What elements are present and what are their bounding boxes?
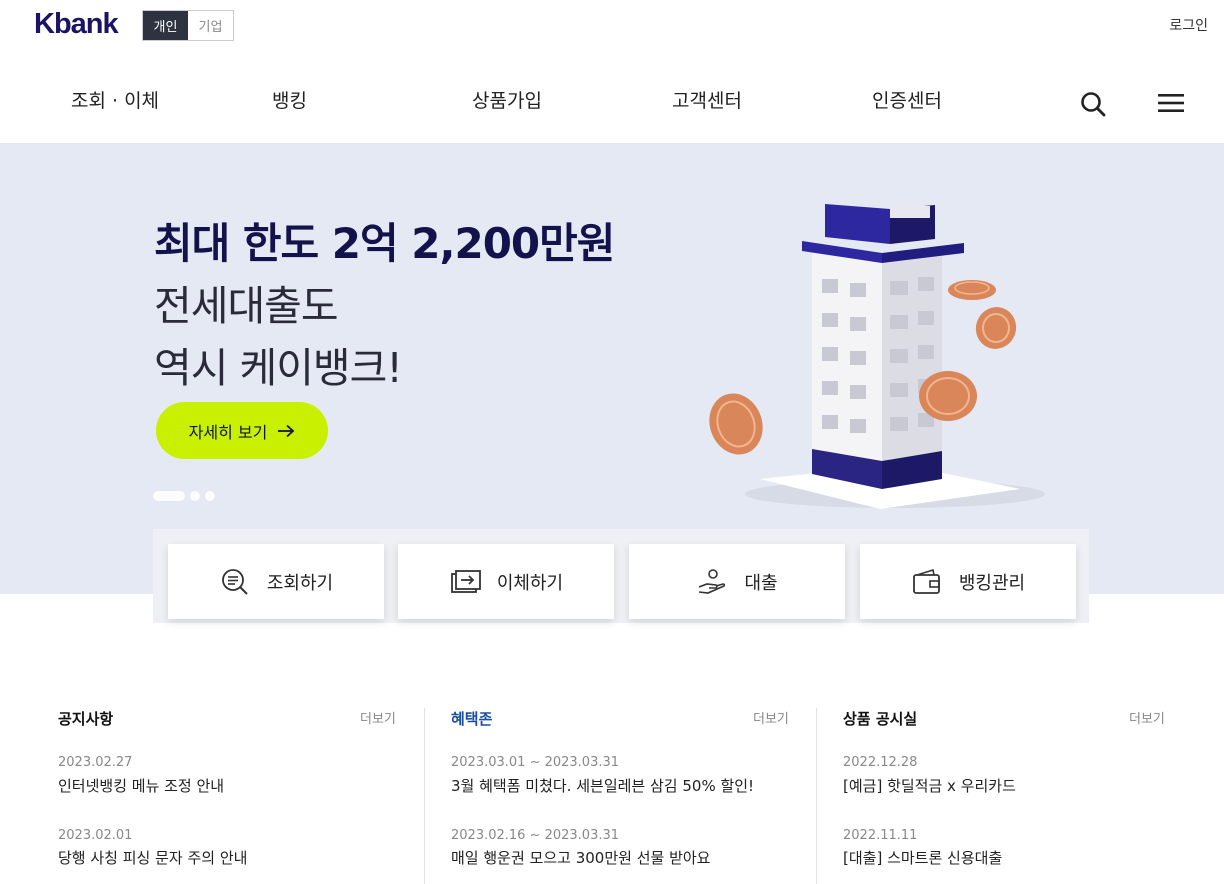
notices-section: 공지사항 더보기 2023.02.27 인터넷뱅킹 메뉴 조정 안내 2023.… — [58, 708, 424, 884]
hand-coin-icon — [699, 568, 726, 594]
products-more-link[interactable]: 더보기 — [1129, 708, 1165, 727]
hamburger-menu-icon[interactable] — [1158, 92, 1184, 114]
hero-title: 최대 한도 2억 2,200만원 — [154, 219, 615, 268]
products-title: 상품 공시실 — [843, 710, 918, 728]
nav-item-customer-center[interactable]: 고객센터 — [672, 86, 742, 113]
notice-link[interactable]: 당행 사칭 피싱 문자 주의 안내 — [58, 847, 247, 868]
arrow-right-icon — [278, 424, 295, 437]
details-button[interactable]: 자세히 보기 — [156, 402, 328, 459]
benefits-section: 혜택존 더보기 2023.03.01 ~ 2023.03.31 3월 혜택폼 미… — [424, 708, 816, 884]
quick-banking-management-button[interactable]: 뱅킹관리 — [860, 544, 1076, 619]
quick-banking-management-label: 뱅킹관리 — [958, 572, 1026, 594]
benefit-date: 2023.02.16 ~ 2023.03.31 — [451, 828, 620, 843]
building-with-coins-illustration — [709, 204, 1045, 509]
quick-loan-label: 대출 — [744, 572, 778, 594]
top-bar: Kbank 개인 기업 로그인 — [0, 0, 1224, 52]
hero-subtitle-line-2: 역시 케이뱅크! — [154, 344, 403, 392]
transfer-icon — [450, 569, 481, 593]
notice-link[interactable]: 인터넷뱅킹 메뉴 조정 안내 — [58, 775, 224, 796]
product-link[interactable]: [예금] 핫딜적금 x 우리카드 — [843, 775, 1016, 796]
product-link[interactable]: [대출] 스마트론 신용대출 — [843, 847, 1002, 868]
benefit-date: 2023.03.01 ~ 2023.03.31 — [451, 755, 620, 770]
customer-type-toggle: 개인 기업 — [142, 10, 234, 41]
quick-transfer-button[interactable]: 이체하기 — [398, 544, 614, 619]
hero-banner: 최대 한도 2억 2,200만원 전세대출도 역시 케이뱅크! 자세히 보기 — [0, 144, 1224, 594]
benefits-more-link[interactable]: 더보기 — [753, 708, 789, 727]
magnifier-list-icon — [221, 568, 248, 595]
carousel-dot-1[interactable] — [153, 491, 185, 501]
search-icon[interactable] — [1078, 89, 1108, 119]
notice-date: 2023.02.01 — [58, 828, 133, 843]
kbank-logo[interactable]: Kbank — [34, 8, 119, 41]
main-nav: 조회 · 이체 뱅킹 상품가입 고객센터 인증센터 — [0, 52, 1224, 144]
benefit-link[interactable]: 매일 행운권 모으고 300만원 선물 받아요 — [451, 847, 710, 868]
tab-personal[interactable]: 개인 — [143, 11, 188, 40]
login-link[interactable]: 로그인 — [1169, 15, 1208, 35]
quick-transfer-label: 이체하기 — [496, 572, 564, 594]
notices-more-link[interactable]: 더보기 — [360, 708, 396, 727]
quick-inquiry-label: 조회하기 — [266, 572, 334, 594]
carousel-dot-3[interactable] — [205, 491, 215, 501]
notices-title: 공지사항 — [58, 710, 114, 728]
tab-business[interactable]: 기업 — [188, 11, 233, 40]
product-date: 2022.11.11 — [843, 828, 918, 843]
details-button-label: 자세히 보기 — [188, 422, 268, 442]
carousel-dot-2[interactable] — [190, 491, 200, 501]
products-disclosure-section: 상품 공시실 더보기 2022.12.28 [예금] 핫딜적금 x 우리카드 2… — [816, 708, 1196, 884]
quick-loan-button[interactable]: 대출 — [629, 544, 845, 619]
benefits-title: 혜택존 — [451, 710, 493, 728]
nav-item-certification[interactable]: 인증센터 — [872, 86, 942, 113]
nav-item-inquiry-transfer[interactable]: 조회 · 이체 — [71, 86, 159, 113]
benefit-link[interactable]: 3월 혜택폼 미쳤다. 세븐일레븐 삼김 50% 할인! — [451, 775, 754, 796]
product-date: 2022.12.28 — [843, 755, 918, 770]
notice-date: 2023.02.27 — [58, 755, 133, 770]
wallet-icon — [912, 568, 940, 594]
hero-subtitle-line-1: 전세대출도 — [154, 282, 339, 330]
nav-item-banking[interactable]: 뱅킹 — [272, 86, 307, 113]
quick-inquiry-button[interactable]: 조회하기 — [168, 544, 384, 619]
nav-item-products[interactable]: 상품가입 — [472, 86, 542, 113]
carousel-indicators — [153, 491, 215, 501]
